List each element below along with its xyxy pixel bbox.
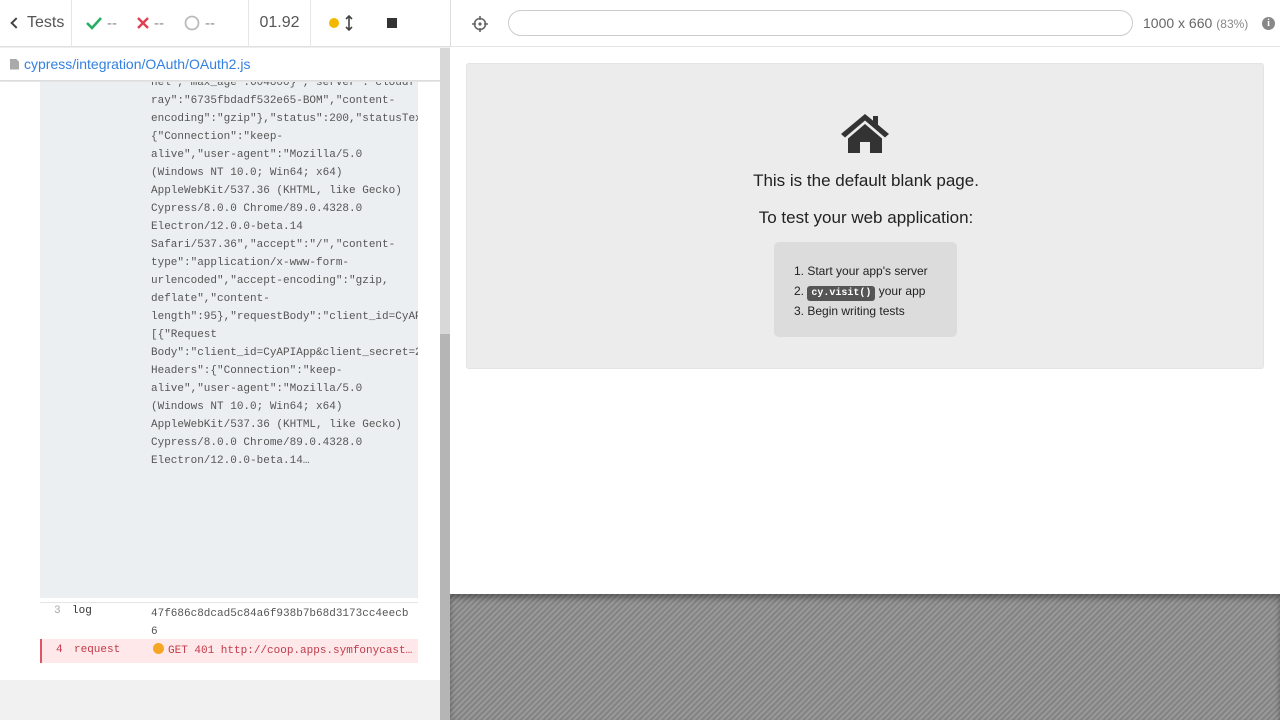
run-controls [311,0,450,47]
blank-page-title: This is the default blank page. [753,171,979,190]
step-item: 2. cy.visit() your app [794,281,957,301]
step-code: cy.visit() [807,286,876,301]
log-row-message: GET 401 http://coop.apps.symfonycasts.co… [168,645,415,657]
step-text: your app [878,284,926,298]
step-number: 2. [794,284,805,298]
info-icon[interactable]: i [1262,17,1275,30]
reporter-scrollbar-thumb[interactable] [440,334,450,720]
failed-stat: -- [137,15,164,32]
tests-label: Tests [27,14,65,31]
response-json-block: nel","max_age":604800}","server":"cloudf… [40,82,418,598]
viewport-dimensions: 1000 x 660 [1143,15,1213,31]
reporter-header: Tests -- -- -- 01.92 [0,0,450,47]
aut-iframe: This is the default blank page. To test … [450,47,1280,594]
spec-path-link[interactable]: cypress/integration/OAuth/OAuth2.js [24,56,250,72]
log-row-3[interactable]: 3 log 47f686c8dcad5c84a6f938b7b68d3173cc… [40,602,418,640]
spec-path-bar: cypress/integration/OAuth/OAuth2.js [0,48,440,81]
request-status-dot-icon [153,643,164,654]
pending-circle-icon [184,15,200,31]
log-row-name: log [72,605,92,617]
chevron-left-icon [10,17,22,29]
log-row-message: 47f686c8dcad5c84a6f938b7b68d3173cc4eecb6 [151,608,409,638]
file-icon [10,58,19,70]
url-input[interactable] [508,10,1133,36]
passed-stat: -- [86,15,117,32]
log-row-number: 4 [56,644,63,656]
log-row-number: 3 [54,605,61,617]
check-icon [86,17,102,30]
log-row-name: request [74,644,121,656]
blank-page-card: This is the default blank page. To test … [466,63,1264,369]
pending-count: -- [205,14,215,32]
aut-background [450,594,1280,720]
pending-stat: -- [184,15,215,32]
reporter-scrollbar[interactable] [440,48,450,720]
response-json-text: nel","max_age":604800}","server":"cloudf… [151,82,418,467]
x-icon [137,17,149,29]
blank-page-subtitle: To test your web application: [758,208,974,227]
stats: -- -- -- [72,0,248,47]
log-row-message-wrap: GET 401 http://coop.apps.symfonycasts.co… [153,642,415,660]
aut-header: 1000 x 660 (83%) i [450,0,1280,47]
crosshair-icon [471,15,488,32]
step-item: 3. Begin writing tests [794,304,905,318]
viewport-size: 1000 x 660 (83%) [1143,15,1248,31]
stop-icon[interactable] [387,18,397,28]
reporter-panel: Tests -- -- -- 01.92 cypress/integration… [0,0,450,720]
command-log-panel: nel","max_age":604800}","server":"cloudf… [40,82,418,663]
failed-count: -- [154,14,164,32]
tests-button[interactable]: Tests [0,0,72,47]
running-dot-icon [329,18,339,28]
step-item: 1. Start your app's server [794,264,928,278]
command-log: nel","max_age":604800}","server":"cloudf… [0,82,440,680]
home-icon [841,114,889,153]
log-row-4-request-failed[interactable]: 4 request GET 401 http://coop.apps.symfo… [40,639,418,663]
app-under-test-panel: 1000 x 660 (83%) i This is the default bl… [450,0,1280,720]
scroll-arrows-icon[interactable] [345,15,353,31]
steps-box: 1. Start your app's server 2. cy.visit()… [774,242,957,337]
passed-count: -- [107,14,117,32]
steps-list: 1. Start your app's server 2. cy.visit()… [794,261,957,321]
duration: 01.92 [248,0,311,47]
selector-playground-button[interactable] [451,0,508,47]
zoom-level: (83%) [1216,17,1249,31]
